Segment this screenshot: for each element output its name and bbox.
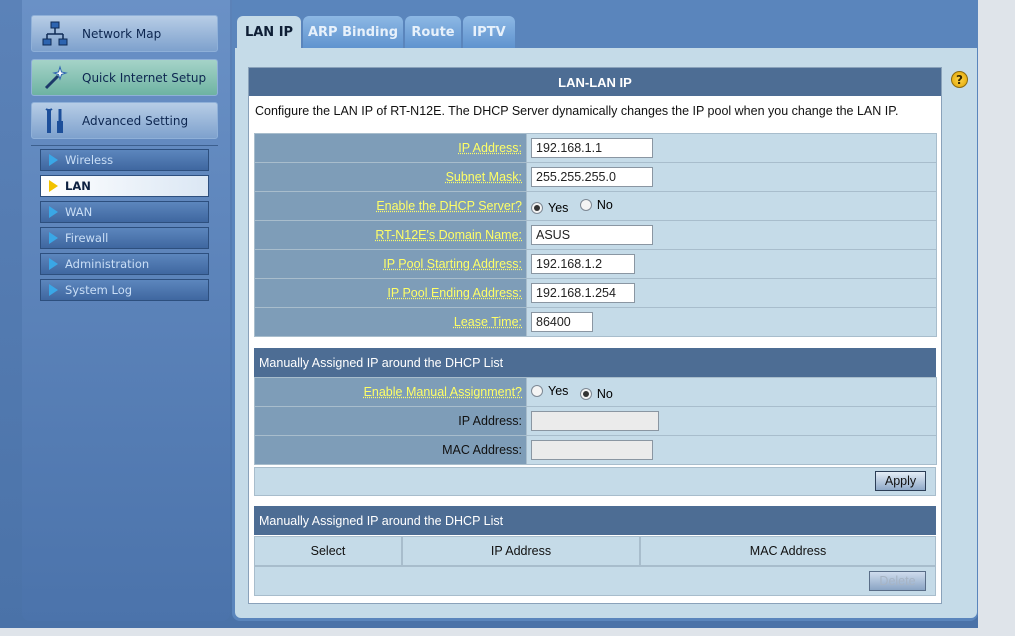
lan-form: IP Address: Subnet Mask: Enable the DHCP… (254, 133, 937, 337)
sidebar-item-label: Administration (65, 257, 150, 271)
manual-mac-input[interactable] (531, 440, 653, 460)
delete-button[interactable]: Delete (869, 571, 926, 591)
form-row: Enable the DHCP Server? Yes No (254, 191, 937, 221)
form-row: IP Pool Starting Address: (254, 249, 937, 279)
pool-start-label[interactable]: IP Pool Starting Address: (254, 249, 527, 279)
help-icon[interactable]: ? (951, 71, 968, 88)
pool-start-input[interactable] (531, 254, 635, 274)
form-row: RT-N12E's Domain Name: (254, 220, 937, 250)
dhcp-yes-radio[interactable]: Yes (531, 201, 568, 215)
arrow-right-icon (49, 154, 58, 166)
manual-no-radio[interactable]: No (579, 387, 613, 401)
tab-label: Route (411, 24, 455, 40)
list-section-header: Manually Assigned IP around the DHCP Lis… (254, 506, 936, 535)
ip-address-input[interactable] (531, 138, 653, 158)
manual-section-header: Manually Assigned IP around the DHCP Lis… (254, 348, 936, 377)
manual-ip-label: IP Address: (254, 406, 527, 436)
tab-iptv[interactable]: IPTV (463, 16, 515, 48)
tab-route[interactable]: Route (405, 16, 461, 48)
manual-mac-label: MAC Address: (254, 435, 527, 465)
sidebar-item-label: WAN (65, 205, 93, 219)
window-edge-bottom (0, 628, 1015, 636)
form-row: IP Address: (254, 406, 937, 436)
manual-yes-radio[interactable]: Yes (531, 384, 568, 398)
sidebar-item-label: System Log (65, 283, 133, 297)
column-select: Select (254, 536, 402, 566)
tab-label: ARP Binding (307, 24, 399, 40)
list-footer (254, 566, 936, 596)
apply-button[interactable]: Apply (875, 471, 926, 491)
manual-ip-input[interactable] (531, 411, 659, 431)
window-edge (978, 0, 1015, 636)
domain-name-label[interactable]: RT-N12E's Domain Name: (254, 220, 527, 250)
sidebar-item-label: Wireless (65, 153, 114, 167)
form-row: IP Pool Ending Address: (254, 278, 937, 308)
menu-label: Network Map (82, 26, 162, 41)
sidebar-item-label: Firewall (65, 231, 109, 245)
arrow-right-icon (49, 180, 58, 192)
form-row: MAC Address: (254, 435, 937, 465)
apply-row (254, 467, 936, 496)
manual-form: Enable Manual Assignment? Yes No IP Addr… (254, 377, 937, 465)
form-row: IP Address: (254, 133, 937, 163)
form-row: Subnet Mask: (254, 162, 937, 192)
pool-end-input[interactable] (531, 283, 635, 303)
dhcp-server-label[interactable]: Enable the DHCP Server? (254, 191, 527, 221)
panel-description: Configure the LAN IP of RT-N12E. The DHC… (255, 104, 899, 118)
tab-label: LAN IP (244, 24, 294, 40)
subnet-mask-input[interactable] (531, 167, 653, 187)
column-ip-address: IP Address (402, 536, 640, 566)
magic-wand-icon (42, 64, 68, 91)
sidebar-item-firewall[interactable]: Firewall (40, 227, 209, 249)
panel-title: LAN-LAN IP (249, 68, 941, 96)
dhcp-no-radio[interactable]: No (579, 198, 613, 212)
form-row: Lease Time: (254, 307, 937, 337)
subnet-mask-label[interactable]: Subnet Mask: (254, 162, 527, 192)
network-map-icon (42, 21, 68, 47)
submenu: Wireless LAN WAN Firewall Administration… (31, 145, 218, 617)
sidebar-item-wan[interactable]: WAN (40, 201, 209, 223)
domain-name-input[interactable] (531, 225, 653, 245)
tab-lan-ip[interactable]: LAN IP (237, 16, 301, 48)
manual-enable-label[interactable]: Enable Manual Assignment? (254, 377, 527, 407)
arrow-right-icon (49, 284, 58, 296)
pool-end-label[interactable]: IP Pool Ending Address: (254, 278, 527, 308)
menu-label: Advanced Setting (82, 113, 189, 128)
tools-icon (42, 107, 68, 134)
arrow-right-icon (49, 232, 58, 244)
sidebar-item-label: LAN (65, 179, 91, 193)
sidebar-item-lan[interactable]: LAN (40, 175, 209, 197)
form-row: Enable Manual Assignment? Yes No (254, 377, 937, 407)
arrow-right-icon (49, 206, 58, 218)
menu-advanced-setting[interactable]: Advanced Setting (31, 102, 218, 139)
list-header: Select IP Address MAC Address (254, 536, 936, 566)
tab-label: IPTV (472, 24, 506, 40)
menu-network-map[interactable]: Network Map (31, 15, 218, 52)
tab-arp-binding[interactable]: ARP Binding (303, 16, 403, 48)
sidebar-item-wireless[interactable]: Wireless (40, 149, 209, 171)
arrow-right-icon (49, 258, 58, 270)
ip-address-label[interactable]: IP Address: (254, 133, 527, 163)
lease-time-label[interactable]: Lease Time: (254, 307, 527, 337)
menu-label: Quick Internet Setup (82, 70, 207, 85)
sidebar-item-administration[interactable]: Administration (40, 253, 209, 275)
sidebar-item-system-log[interactable]: System Log (40, 279, 209, 301)
column-mac-address: MAC Address (640, 536, 936, 566)
lease-time-input[interactable] (531, 312, 593, 332)
menu-quick-internet-setup[interactable]: Quick Internet Setup (31, 59, 218, 96)
